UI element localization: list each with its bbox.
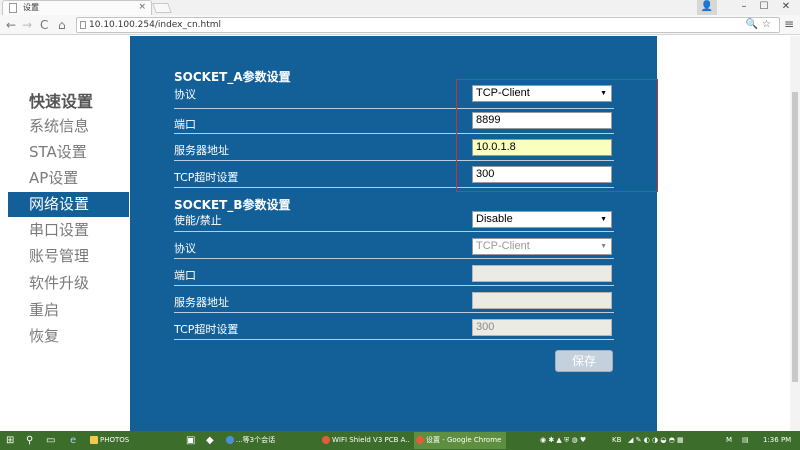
socket-b-protocol-value: TCP-Client xyxy=(476,240,530,252)
reload-icon[interactable]: C xyxy=(40,17,48,33)
taskbar-item-label: PHOTOS xyxy=(100,436,130,444)
socket-a-port-label: 端口 xyxy=(174,118,196,131)
tray-language-indicator[interactable]: M xyxy=(726,434,732,447)
socket-b-protocol-select[interactable]: TCP-Client ▼ xyxy=(472,238,612,255)
taskbar-item-chat[interactable]: ...等3个会话 xyxy=(224,432,314,449)
sidebar-item-upgrade[interactable]: 软件升级 xyxy=(8,271,129,296)
minimize-button[interactable]: – xyxy=(735,0,753,15)
zoom-bookmark-icons[interactable]: 🔍☆ xyxy=(746,18,775,32)
highlight-box xyxy=(456,79,658,192)
tab-strip: 设置 × 👤 – ☐ ✕ xyxy=(0,0,800,15)
socket-b-server-label: 服务器地址 xyxy=(174,296,229,309)
new-tab-button[interactable] xyxy=(152,3,172,13)
chrome-icon xyxy=(416,436,424,444)
page-content: 快速设置 系统信息 STA设置 AP设置 网络设置 串口设置 账号管理 软件升级… xyxy=(0,36,800,431)
user-icon[interactable]: 👤 xyxy=(697,0,717,15)
chat-icon xyxy=(226,436,234,444)
search-icon[interactable]: ⚲ xyxy=(26,434,33,447)
socket-b-timeout-input[interactable]: 300 xyxy=(472,319,612,336)
taskbar-item-label: WIFI Shield V3 PCB A... xyxy=(332,436,410,444)
back-arrow-icon[interactable]: ← xyxy=(6,17,16,33)
socket-a-timeout-label: TCP超时设置 xyxy=(174,171,239,184)
forward-arrow-icon[interactable]: → xyxy=(22,17,32,33)
tab-title: 设置 xyxy=(23,3,39,12)
socket-b-port-input[interactable] xyxy=(472,265,612,282)
store-icon[interactable]: ▣ xyxy=(186,434,195,447)
socket-b-enable-select[interactable]: Disable ▼ xyxy=(472,211,612,228)
sidebar: 快速设置 系统信息 STA设置 AP设置 网络设置 串口设置 账号管理 软件升级… xyxy=(0,36,130,431)
socket-b-protocol-label: 协议 xyxy=(174,242,196,255)
socket-b-timeout-label: TCP超时设置 xyxy=(174,323,239,336)
socket-b-enable-value: Disable xyxy=(476,213,513,225)
url-text: 10.10.100.254/index_cn.html xyxy=(89,20,222,30)
sidebar-item-quick-setup[interactable]: 快速设置 xyxy=(8,89,129,114)
socket-a-server-label: 服务器地址 xyxy=(174,144,229,157)
socket-a-title: SOCKET_A参数设置 xyxy=(174,70,291,84)
chevron-down-icon: ▼ xyxy=(600,216,607,223)
chrome-icon xyxy=(322,436,330,444)
sidebar-item-serial-settings[interactable]: 串口设置 xyxy=(8,218,129,243)
taskbar-item-photos[interactable]: PHOTOS xyxy=(88,432,178,449)
sidebar-item-sta-settings[interactable]: STA设置 xyxy=(8,140,129,165)
tab-close-icon[interactable]: × xyxy=(138,1,146,14)
taskbar: ⊞ ⚲ ▭ e PHOTOS ▣ ◆ ...等3个会话 WIFI Shield … xyxy=(0,431,800,450)
maximize-button[interactable]: ☐ xyxy=(755,0,773,15)
socket-a-protocol-label: 协议 xyxy=(174,88,196,101)
clock[interactable]: 1:36 PM xyxy=(763,434,791,447)
home-icon[interactable]: ⌂ xyxy=(58,17,66,33)
chevron-down-icon: ▼ xyxy=(600,243,607,250)
sidebar-item-restore[interactable]: 恢复 xyxy=(8,324,129,349)
sidebar-item-account[interactable]: 账号管理 xyxy=(8,244,129,269)
windows-start-icon[interactable]: ⊞ xyxy=(6,434,14,447)
task-view-icon[interactable]: ▭ xyxy=(46,434,55,447)
folder-icon xyxy=(90,436,98,444)
sidebar-item-system-info[interactable]: 系统信息 xyxy=(8,114,129,139)
taskbar-item-chrome-settings[interactable]: 设置 - Google Chrome xyxy=(414,432,506,449)
page-scrollbar[interactable] xyxy=(790,36,800,431)
browser-toolbar: ← → C ⌂ 10.10.100.254/index_cn.html 🔍☆ ≡ xyxy=(0,15,800,35)
close-window-button[interactable]: ✕ xyxy=(775,0,797,15)
socket-b-enable-label: 使能/禁止 xyxy=(174,214,222,227)
taskbar-item-wifi-shield[interactable]: WIFI Shield V3 PCB A... xyxy=(320,432,410,449)
sidebar-item-restart[interactable]: 重启 xyxy=(8,298,129,323)
save-button[interactable]: 保存 xyxy=(555,350,613,372)
taskbar-item-label: 设置 - Google Chrome xyxy=(426,436,502,444)
page-icon xyxy=(9,3,17,13)
notification-icon[interactable]: ▤ xyxy=(742,434,749,447)
page-info-icon[interactable] xyxy=(80,21,86,29)
scrollbar-thumb[interactable] xyxy=(792,92,798,382)
tab-settings[interactable]: 设置 × xyxy=(2,0,152,15)
sidebar-item-ap-settings[interactable]: AP设置 xyxy=(8,166,129,191)
tray-more-icons[interactable]: ◢ ✎ ◐ ◑ ◒ ◓ ▦ xyxy=(628,434,684,447)
sidebar-item-network-settings[interactable]: 网络设置 xyxy=(8,192,129,217)
tray-keyboard-text[interactable]: KB xyxy=(612,434,621,447)
address-bar[interactable]: 10.10.100.254/index_cn.html 🔍☆ xyxy=(76,17,780,33)
socket-b-server-input[interactable] xyxy=(472,292,612,309)
socket-b-port-label: 端口 xyxy=(174,269,196,282)
menu-icon[interactable]: ≡ xyxy=(784,17,794,31)
taskbar-item-label: ...等3个会话 xyxy=(236,436,276,444)
tray-icons[interactable]: ◉ ✱ ▲ ⛨ ◍ ♥ xyxy=(540,434,586,447)
edge-browser-icon[interactable]: e xyxy=(70,434,76,447)
settings-panel: SOCKET_A参数设置 协议 TCP-Client ▼ 端口 8899 服务器… xyxy=(130,36,658,431)
app-icon[interactable]: ◆ xyxy=(206,434,214,447)
